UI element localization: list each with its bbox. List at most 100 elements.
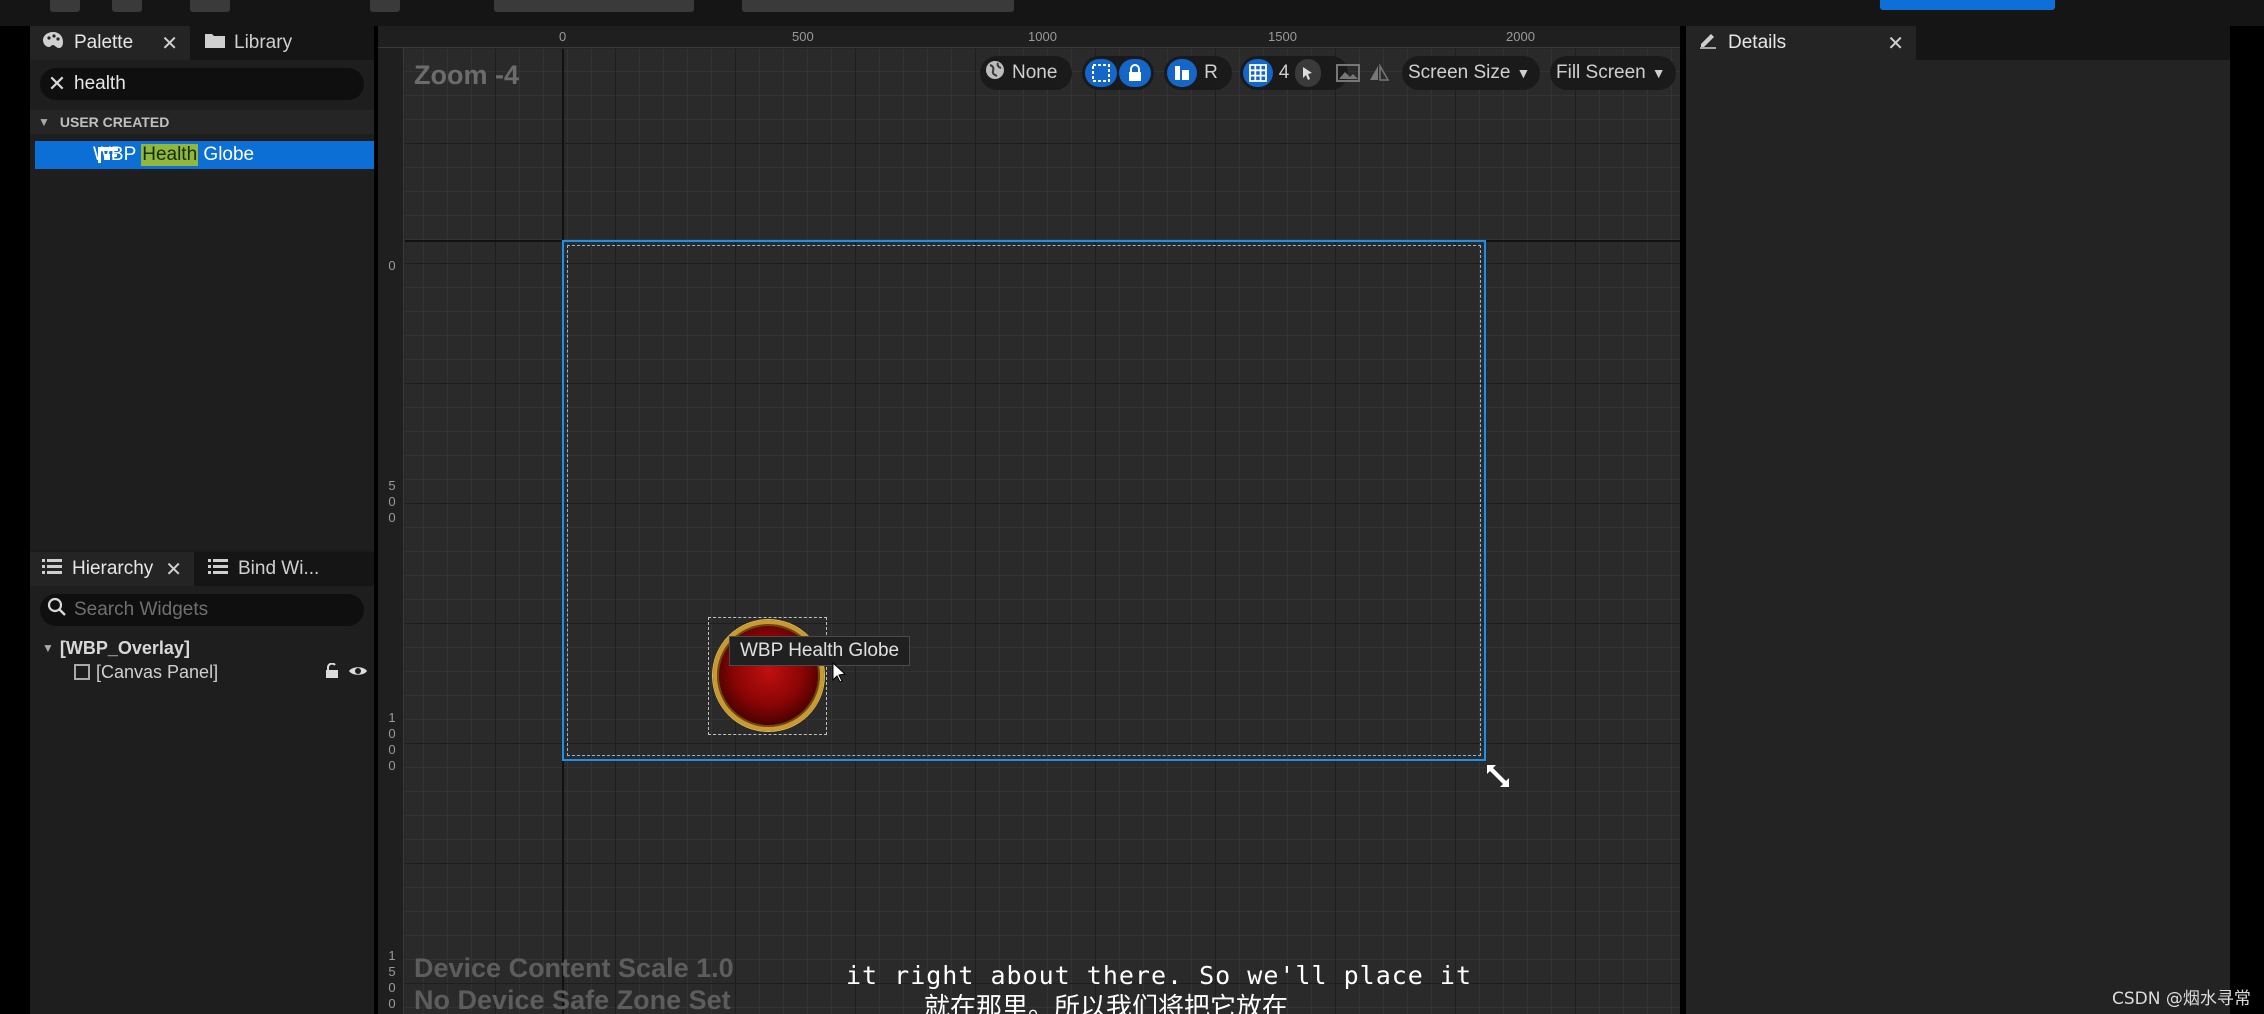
device-scale-info: Device Content Scale 1.0 No Device Safe … xyxy=(414,952,734,1014)
zoom-level: Zoom -4 xyxy=(414,60,519,90)
left-column: Palette ✕ Library ✕ ▼ USER CREATED WBP H… xyxy=(30,26,374,1014)
palette-icon xyxy=(42,31,64,55)
fill-screen-label: Fill Screen xyxy=(1556,62,1646,83)
top-toolbar xyxy=(0,0,2264,26)
canvas-bounds[interactable] xyxy=(562,240,1486,761)
widget-tooltip: WBP Health Globe xyxy=(729,636,911,666)
pencil-icon xyxy=(1698,30,1718,56)
ruler-label: 500 xyxy=(388,478,396,525)
tab-palette-label: Palette xyxy=(74,32,134,53)
palette-tabbar: Palette ✕ Library xyxy=(30,26,374,60)
ruler-label: 2000 xyxy=(1506,29,1535,44)
respect-locks-group: R xyxy=(1164,56,1232,90)
tab-hierarchy[interactable]: Hierarchy ✕ xyxy=(30,552,194,586)
localization-dropdown[interactable]: None xyxy=(980,56,1072,90)
toolbar-button-stub[interactable] xyxy=(50,0,80,12)
hierarchy-tabbar: Hierarchy ✕ Bind Wi... xyxy=(30,552,374,586)
section-user-created-label: USER CREATED xyxy=(59,114,170,130)
resize-handle-icon[interactable] xyxy=(1484,762,1512,795)
palette-search[interactable]: ✕ xyxy=(40,68,364,100)
collapse-arrow-icon[interactable]: ▼ xyxy=(38,115,50,129)
lock-icon[interactable] xyxy=(1119,59,1151,87)
palette-panel: ✕ ▼ USER CREATED WBP Health Globe xyxy=(30,60,374,550)
window-edge xyxy=(2230,26,2264,1014)
ruler-label: 1500 xyxy=(1268,29,1297,44)
grid-snap-icon[interactable] xyxy=(1243,59,1273,87)
toolbar-button-stub[interactable] xyxy=(370,0,400,12)
chevron-down-icon: ▼ xyxy=(1516,65,1531,81)
list-icon xyxy=(208,558,228,580)
canvas-safe-area xyxy=(567,245,1481,756)
designer-viewport[interactable]: 0 500 1000 1500 2000 0 500 1000 1500 Zoo… xyxy=(378,26,1680,1014)
toolbar-button-stub[interactable] xyxy=(190,0,230,12)
tab-details[interactable]: Details ✕ xyxy=(1686,26,1916,60)
collapse-arrow-icon[interactable]: ▼ xyxy=(42,641,54,655)
chevron-down-icon: ▼ xyxy=(1651,65,1666,81)
list-icon xyxy=(42,558,62,580)
palette-item-wbp-health-globe[interactable]: WBP Health Globe xyxy=(35,141,374,169)
globe-icon xyxy=(984,59,1006,87)
ruler-label: 0 xyxy=(388,258,396,273)
tree-item-canvas-panel[interactable]: [Canvas Panel] xyxy=(30,660,374,684)
subtitle-english: it right about there. So we'll place it xyxy=(846,961,1472,990)
ruler-left: 0 500 1000 1500 xyxy=(378,48,404,1014)
section-user-created[interactable]: ▼ USER CREATED xyxy=(30,110,374,134)
tab-library-label: Library xyxy=(234,32,293,53)
subtitle-chinese: 就在那里。所以我们将把它放在 xyxy=(924,993,1289,1014)
tree-root-label: [WBP_Overlay] xyxy=(59,637,190,658)
tree-item-label: [Canvas Panel] xyxy=(96,661,219,682)
tab-details-label: Details xyxy=(1728,32,1787,53)
layout-mode-icon[interactable] xyxy=(1167,59,1197,87)
ruler-label: 0 xyxy=(559,29,567,44)
localization-value: None xyxy=(1012,62,1058,83)
toolbar-button-stub[interactable] xyxy=(112,0,142,12)
cursor-icon[interactable] xyxy=(1295,59,1321,87)
close-icon[interactable]: ✕ xyxy=(1887,31,1904,56)
flip-icon[interactable] xyxy=(1368,63,1390,87)
tab-palette[interactable]: Palette ✕ xyxy=(30,26,190,60)
lock-icon[interactable] xyxy=(324,662,340,684)
image-preview-icon[interactable] xyxy=(1336,64,1360,87)
clear-search-icon[interactable]: ✕ xyxy=(40,71,74,97)
screen-size-label: Screen Size xyxy=(1408,62,1511,83)
details-body xyxy=(1686,60,2230,1014)
watermark: CSDN @烟水寻常 xyxy=(2112,989,2251,1009)
tab-bind-widgets-label: Bind Wi... xyxy=(238,558,320,579)
search-icon xyxy=(40,597,74,623)
transform-toggle-group xyxy=(1082,56,1154,90)
tab-hierarchy-label: Hierarchy xyxy=(72,558,154,579)
palette-item-suffix: Globe xyxy=(198,144,255,165)
ruler-label: 500 xyxy=(792,29,814,44)
tree-root-wbp-overlay[interactable]: ▼ [WBP_Overlay] xyxy=(30,636,374,660)
device-safe-zone: No Device Safe Zone Set xyxy=(414,985,731,1014)
tab-bind-widgets[interactable]: Bind Wi... xyxy=(196,552,346,586)
screen-size-dropdown[interactable]: Screen Size ▼ xyxy=(1402,56,1540,90)
visibility-eye-icon[interactable] xyxy=(348,663,368,684)
close-icon[interactable]: ✕ xyxy=(161,31,178,56)
designer-mode-button[interactable] xyxy=(1880,0,2055,10)
anchor-snap-icon[interactable] xyxy=(1085,59,1117,87)
hierarchy-search-input[interactable] xyxy=(74,599,334,621)
r-button[interactable]: R xyxy=(1197,59,1225,87)
play-controls[interactable] xyxy=(494,0,694,12)
mouse-cursor-icon xyxy=(832,661,847,687)
hierarchy-search[interactable] xyxy=(40,594,364,626)
hierarchy-panel: ▼ [WBP_Overlay] [Canvas Panel] xyxy=(30,586,374,1014)
health-globe-widget[interactable] xyxy=(708,617,827,735)
grid-snap-value[interactable]: 4 xyxy=(1273,59,1295,87)
details-panel: Details ✕ xyxy=(1686,26,2230,1014)
ruler-label: 1000 xyxy=(1028,29,1057,44)
tab-library[interactable]: Library xyxy=(192,26,342,60)
close-icon[interactable]: ✕ xyxy=(165,557,182,582)
search-highlight: Health xyxy=(141,144,199,166)
debug-dropdown[interactable] xyxy=(742,0,1014,12)
user-widget-icon xyxy=(98,147,118,163)
palette-search-input[interactable] xyxy=(74,73,334,95)
fill-screen-dropdown[interactable]: Fill Screen ▼ xyxy=(1550,56,1676,90)
device-content-scale: Device Content Scale 1.0 xyxy=(414,953,734,983)
folder-icon xyxy=(204,31,226,55)
canvas-panel-icon xyxy=(74,664,90,680)
ruler-label: 1000 xyxy=(388,710,396,773)
ruler-top: 0 500 1000 1500 2000 xyxy=(378,26,1680,48)
grid-snap-group: 4 xyxy=(1240,56,1348,90)
